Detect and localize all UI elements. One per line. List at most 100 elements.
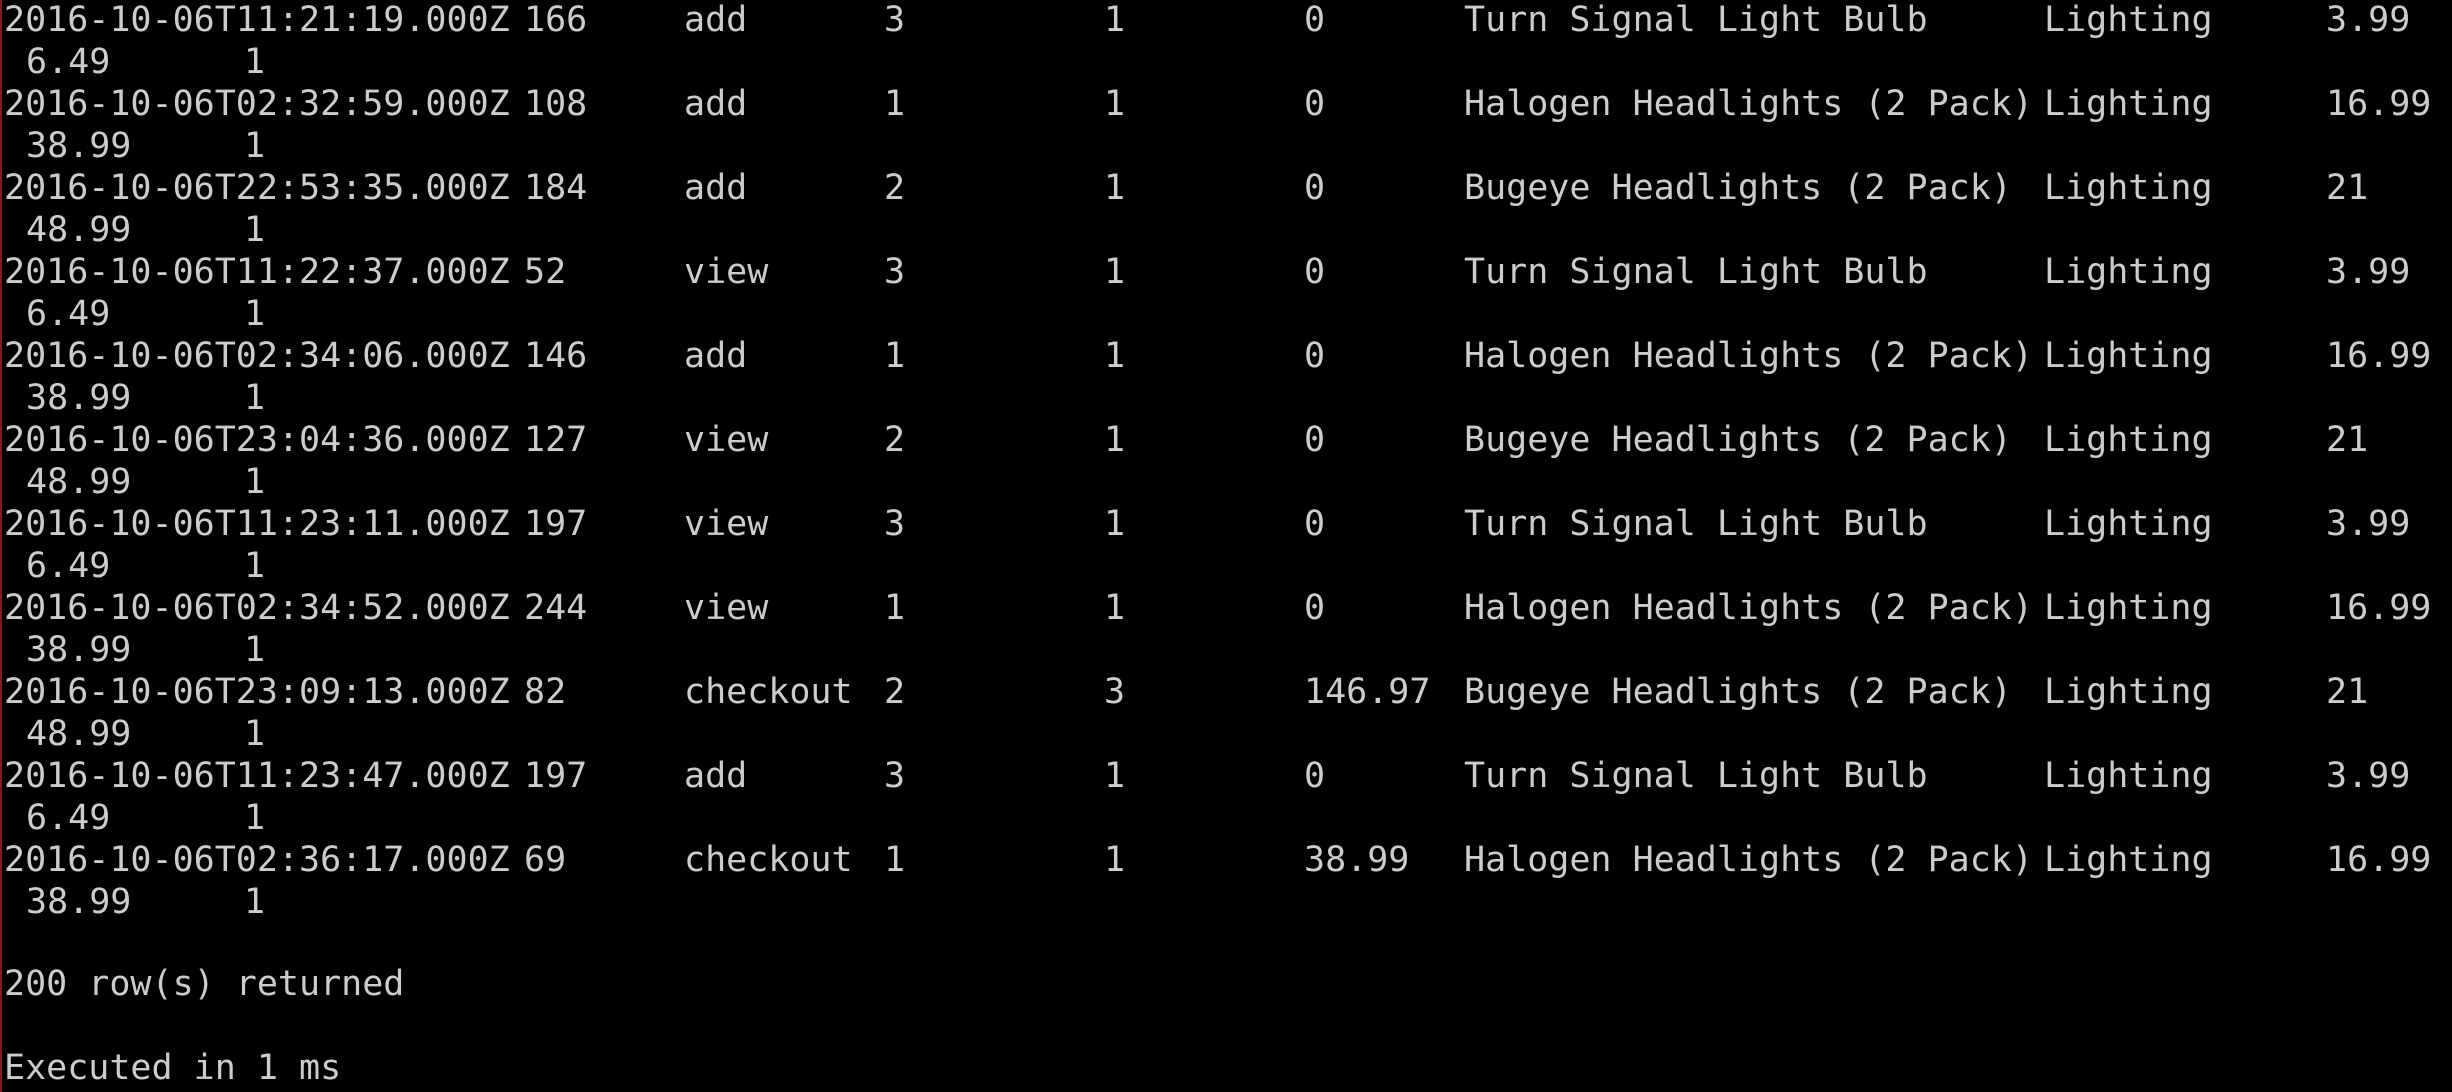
- cost-cell: 3.99: [2326, 252, 2411, 292]
- user-id-cell: 52: [524, 252, 567, 292]
- user-id-cell: 127: [524, 420, 588, 460]
- price-cell: 38.99: [26, 882, 132, 922]
- flag-cell: 1: [244, 882, 266, 922]
- price-cell: 6.49: [26, 798, 111, 838]
- product-name-cell: Turn Signal Light Bulb: [1464, 756, 1928, 796]
- category-cell: Lighting: [2044, 840, 2213, 880]
- price-cell: 6.49: [26, 42, 111, 82]
- quantity-cell: 1: [1104, 168, 1126, 208]
- total-cell: 0: [1304, 252, 1326, 292]
- quantity-cell: 1: [1104, 420, 1126, 460]
- action-cell: view: [684, 420, 769, 460]
- category-cell: Lighting: [2044, 0, 2213, 40]
- user-id-cell: 197: [524, 504, 588, 544]
- price-cell: 48.99: [26, 210, 132, 250]
- cost-cell: 16.99: [2326, 336, 2432, 376]
- quantity-cell: 1: [1104, 840, 1126, 880]
- category-cell: Lighting: [2044, 420, 2213, 460]
- price-cell: 38.99: [26, 630, 132, 670]
- cost-cell: 3.99: [2326, 756, 2411, 796]
- action-cell: checkout: [684, 672, 853, 712]
- category-cell: Lighting: [2044, 504, 2213, 544]
- total-cell: 0: [1304, 504, 1326, 544]
- quantity-cell: 1: [1104, 336, 1126, 376]
- total-cell: 0: [1304, 168, 1326, 208]
- timestamp-cell: 2016-10-06T02:32:59.000Z: [4, 84, 510, 124]
- user-id-cell: 146: [524, 336, 588, 376]
- product-name-cell: Bugeye Headlights (2 Pack): [1464, 672, 2012, 712]
- action-cell: view: [684, 504, 769, 544]
- user-id-cell: 184: [524, 168, 588, 208]
- category-cell: Lighting: [2044, 756, 2213, 796]
- timestamp-cell: 2016-10-06T11:21:19.000Z: [4, 0, 510, 40]
- flag-cell: 1: [244, 714, 266, 754]
- category-cell: Lighting: [2044, 588, 2213, 628]
- product-id-cell: 3: [884, 756, 906, 796]
- timestamp-cell: 2016-10-06T11:22:37.000Z: [4, 252, 510, 292]
- product-name-cell: Turn Signal Light Bulb: [1464, 252, 1928, 292]
- product-name-cell: Halogen Headlights (2 Pack): [1464, 840, 2033, 880]
- product-id-cell: 2: [884, 672, 906, 712]
- product-id-cell: 2: [884, 420, 906, 460]
- user-id-cell: 69: [524, 840, 567, 880]
- price-cell: 48.99: [26, 714, 132, 754]
- action-cell: checkout: [684, 840, 853, 880]
- flag-cell: 1: [244, 798, 266, 838]
- action-cell: view: [684, 588, 769, 628]
- user-id-cell: 108: [524, 84, 588, 124]
- product-id-cell: 1: [884, 840, 906, 880]
- cost-cell: 21: [2326, 420, 2369, 460]
- product-id-cell: 1: [884, 84, 906, 124]
- product-id-cell: 1: [884, 336, 906, 376]
- product-id-cell: 2: [884, 168, 906, 208]
- product-id-cell: 3: [884, 0, 906, 40]
- cost-cell: 16.99: [2326, 84, 2432, 124]
- product-name-cell: Halogen Headlights (2 Pack): [1464, 336, 2033, 376]
- timestamp-cell: 2016-10-06T23:09:13.000Z: [4, 672, 510, 712]
- total-cell: 0: [1304, 756, 1326, 796]
- price-cell: 6.49: [26, 546, 111, 586]
- user-id-cell: 197: [524, 756, 588, 796]
- total-cell: 0: [1304, 588, 1326, 628]
- quantity-cell: 1: [1104, 0, 1126, 40]
- cost-cell: 3.99: [2326, 504, 2411, 544]
- timestamp-cell: 2016-10-06T02:34:06.000Z: [4, 336, 510, 376]
- price-cell: 38.99: [26, 378, 132, 418]
- flag-cell: 1: [244, 378, 266, 418]
- timestamp-cell: 2016-10-06T02:34:52.000Z: [4, 588, 510, 628]
- product-name-cell: Turn Signal Light Bulb: [1464, 0, 1928, 40]
- action-cell: add: [684, 0, 748, 40]
- price-cell: 38.99: [26, 126, 132, 166]
- cost-cell: 16.99: [2326, 840, 2432, 880]
- flag-cell: 1: [244, 630, 266, 670]
- category-cell: Lighting: [2044, 84, 2213, 124]
- product-id-cell: 3: [884, 252, 906, 292]
- total-cell: 0: [1304, 0, 1326, 40]
- quantity-cell: 1: [1104, 588, 1126, 628]
- quantity-cell: 1: [1104, 756, 1126, 796]
- cost-cell: 16.99: [2326, 588, 2432, 628]
- category-cell: Lighting: [2044, 252, 2213, 292]
- product-name-cell: Halogen Headlights (2 Pack): [1464, 588, 2033, 628]
- timestamp-cell: 2016-10-06T22:53:35.000Z: [4, 168, 510, 208]
- user-id-cell: 244: [524, 588, 588, 628]
- total-cell: 146.97: [1304, 672, 1431, 712]
- cost-cell: 21: [2326, 672, 2369, 712]
- action-cell: add: [684, 756, 748, 796]
- action-cell: add: [684, 336, 748, 376]
- price-cell: 48.99: [26, 462, 132, 502]
- total-cell: 0: [1304, 420, 1326, 460]
- category-cell: Lighting: [2044, 168, 2213, 208]
- action-cell: add: [684, 84, 748, 124]
- total-cell: 38.99: [1304, 840, 1410, 880]
- category-cell: Lighting: [2044, 336, 2213, 376]
- flag-cell: 1: [244, 210, 266, 250]
- quantity-cell: 3: [1104, 672, 1126, 712]
- product-name-cell: Turn Signal Light Bulb: [1464, 504, 1928, 544]
- execution-time-text: Executed in 1 ms: [4, 1048, 342, 1088]
- rows-returned-text: 200 row(s) returned: [4, 964, 405, 1004]
- cost-cell: 3.99: [2326, 0, 2411, 40]
- terminal-output: 200 row(s) returned Executed in 1 ms 201…: [0, 0, 2452, 1092]
- timestamp-cell: 2016-10-06T02:36:17.000Z: [4, 840, 510, 880]
- flag-cell: 1: [244, 126, 266, 166]
